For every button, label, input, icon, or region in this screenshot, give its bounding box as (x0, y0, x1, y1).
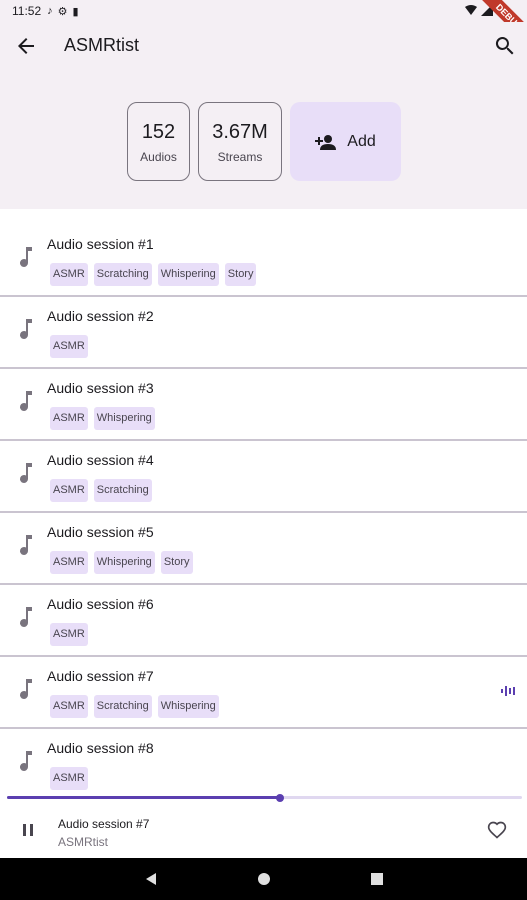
audios-count: 152 (141, 121, 176, 143)
tag-chip: ASMR (50, 623, 88, 646)
session-title: Audio session #1 (47, 236, 154, 252)
music-note-icon (20, 607, 32, 627)
music-note-icon (20, 751, 32, 771)
tag-chip: Whispering (157, 263, 219, 286)
tag-chip: ASMR (50, 263, 88, 286)
music-note-status-icon: ♪ (47, 5, 53, 17)
pause-icon[interactable] (20, 821, 38, 839)
session-title: Audio session #3 (47, 380, 154, 396)
tag-chips: ASMR (50, 767, 88, 790)
audios-label: Audios (140, 150, 177, 164)
music-note-icon (20, 535, 32, 555)
music-note-icon (20, 679, 32, 699)
tag-chip: ASMR (50, 551, 88, 574)
heart-outline-icon[interactable] (487, 820, 507, 840)
player-track-title: Audio session #7 (58, 817, 150, 831)
tag-chip: Story (160, 551, 193, 574)
streams-count: 3.67M (212, 121, 268, 143)
nav-back-icon[interactable] (144, 872, 158, 886)
session-title: Audio session #4 (47, 452, 154, 468)
now-playing-equalizer-icon (501, 686, 515, 696)
session-title: Audio session #7 (47, 668, 154, 684)
session-title: Audio session #8 (47, 740, 154, 756)
tag-chip: Scratching (93, 695, 152, 718)
tag-chips: ASMR Scratching Whispering Story (50, 263, 257, 286)
wifi-icon (465, 5, 477, 15)
header-area: ASMRtist 152 Audios 3.67M Streams Add (0, 22, 527, 209)
music-note-icon (20, 319, 32, 339)
session-row[interactable]: Audio session #3 ASMR Whispering (0, 369, 527, 441)
settings-status-icon: ⚙ (57, 5, 68, 18)
session-row[interactable]: Audio session #2 ASMR (0, 297, 527, 369)
app-bar: ASMRtist (0, 22, 527, 70)
system-nav-bar (0, 858, 527, 900)
tag-chip: Scratching (93, 263, 152, 286)
tag-chip: ASMR (50, 407, 88, 430)
tag-chip: Scratching (93, 479, 152, 502)
session-title: Audio session #6 (47, 596, 154, 612)
tag-chip: ASMR (50, 479, 88, 502)
sd-card-status-icon: ▮ (72, 5, 79, 18)
session-title: Audio session #2 (47, 308, 154, 324)
tag-chips: ASMR Whispering Story (50, 551, 193, 574)
tag-chip: ASMR (50, 335, 88, 358)
add-button[interactable]: Add (290, 102, 401, 181)
session-row[interactable]: Audio session #4 ASMR Scratching (0, 441, 527, 513)
session-row[interactable]: Audio session #1 ASMR Scratching Whispering… (0, 225, 527, 297)
session-title: Audio session #5 (47, 524, 154, 540)
add-button-label: Add (347, 132, 376, 150)
status-bar: 11:52 ♪ ⚙ ▮ DEBUG (0, 0, 527, 51)
session-row[interactable]: Audio session #8 ASMR (0, 729, 527, 801)
person-add-icon (315, 134, 337, 150)
back-arrow-icon[interactable] (14, 34, 38, 58)
streams-label: Streams (217, 150, 263, 164)
tag-chips: ASMR Scratching Whispering (50, 695, 219, 718)
music-note-icon (20, 463, 32, 483)
playback-progress-track[interactable] (7, 794, 522, 802)
tag-chip: ASMR (50, 695, 88, 718)
nav-recents-icon[interactable] (370, 872, 384, 886)
tag-chip: Whispering (93, 551, 155, 574)
page-title: ASMRtist (64, 35, 140, 55)
audios-stat-card: 152 Audios (127, 102, 190, 181)
tag-chips: ASMR (50, 335, 88, 358)
tag-chip: Whispering (93, 407, 155, 430)
mini-player: Audio session #7 ASMRtist (0, 792, 527, 858)
streams-stat-card: 3.67M Streams (198, 102, 282, 181)
tag-chip: Story (224, 263, 257, 286)
session-list: Audio session #1 ASMR Scratching Whispering… (0, 225, 527, 801)
nav-home-icon[interactable] (257, 872, 271, 886)
tag-chip: ASMR (50, 767, 88, 790)
music-note-icon (20, 247, 32, 267)
session-row[interactable]: Audio session #6 ASMR (0, 585, 527, 657)
playback-progress-fill (7, 796, 280, 799)
tag-chips: ASMR Scratching (50, 479, 152, 502)
tag-chips: ASMR (50, 623, 88, 646)
playback-progress-thumb[interactable] (275, 794, 284, 802)
tag-chip: Whispering (157, 695, 219, 718)
session-row[interactable]: Audio session #5 ASMR Whispering Story (0, 513, 527, 585)
tag-chips: ASMR Whispering (50, 407, 155, 430)
status-time: 11:52 (12, 4, 42, 18)
session-row[interactable]: Audio session #7 ASMR Scratching Whispering (0, 657, 527, 729)
music-note-icon (20, 391, 32, 411)
search-icon[interactable] (493, 34, 517, 58)
player-artist-name: ASMRtist (58, 835, 109, 849)
